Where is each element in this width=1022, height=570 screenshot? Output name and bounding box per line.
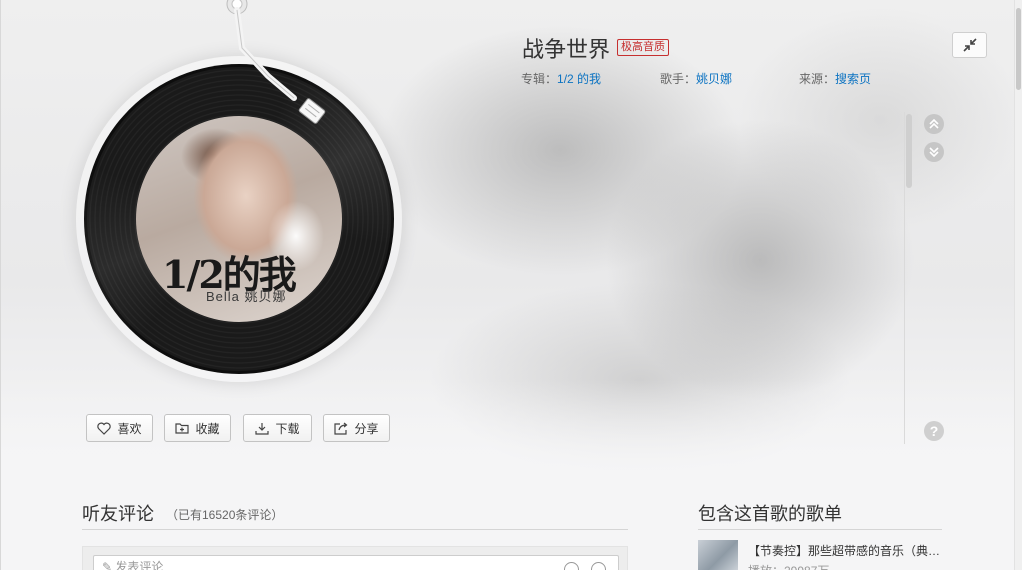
download-icon — [255, 422, 270, 435]
comments-divider — [82, 529, 628, 530]
window-left-border — [0, 0, 1, 570]
album-link[interactable]: 1/2 的我 — [557, 72, 601, 86]
lyrics-scroll-up-button[interactable] — [924, 114, 944, 134]
lyrics-scroll-thumb[interactable] — [906, 114, 912, 188]
song-detail-page: 1/2的我 Bella 姚贝娜 战争世界 极高音质 专辑：1/2 的我 歌手：姚… — [0, 0, 1022, 570]
collapse-icon — [962, 38, 977, 52]
help-button[interactable]: ? — [924, 421, 944, 441]
source-link[interactable]: 搜索页 — [835, 72, 871, 86]
comments-count: （已有16520条评论） — [166, 508, 284, 522]
share-label: 分享 — [354, 421, 379, 436]
album-meta: 专辑：1/2 的我 — [521, 70, 601, 87]
comments-title: 听友评论 — [82, 504, 154, 524]
source-meta: 来源：搜索页 — [799, 70, 871, 87]
double-chevron-up-icon — [929, 118, 939, 129]
at-mention-icon[interactable] — [591, 562, 606, 570]
playlist-name[interactable]: 【节奏控】那些超带感的音乐（典… — [748, 542, 944, 559]
singer-link[interactable]: 姚贝娜 — [696, 72, 732, 86]
collect-label: 收藏 — [195, 421, 220, 436]
singer-label: 歌手： — [660, 72, 697, 86]
playlists-title: 包含这首歌的歌单 — [698, 504, 842, 524]
double-chevron-down-icon — [929, 147, 939, 158]
tonearm-icon — [226, 0, 326, 124]
collect-button[interactable]: 收藏 — [164, 414, 231, 442]
heart-icon — [97, 422, 112, 435]
comment-input[interactable]: ✎ 发表评论 — [93, 555, 619, 570]
emoji-icon[interactable] — [564, 562, 579, 570]
comment-placeholder: 发表评论 — [115, 560, 164, 570]
album-cover-artist: Bella 姚贝娜 — [206, 289, 287, 304]
album-label: 专辑： — [521, 72, 558, 86]
playlist-cover[interactable] — [698, 540, 738, 570]
add-folder-icon — [175, 423, 190, 434]
album-cover: 1/2的我 Bella 姚贝娜 — [136, 116, 342, 322]
share-button[interactable]: 分享 — [323, 414, 390, 442]
quality-badge: 极高音质 — [617, 39, 669, 56]
playlists-divider — [698, 529, 942, 530]
comment-composer: ✎ 发表评论 — [82, 546, 628, 570]
background-fade — [0, 380, 1022, 480]
playlist-plays: 播放：29987万 — [748, 562, 829, 570]
source-label: 来源： — [799, 72, 836, 86]
download-label: 下载 — [275, 421, 300, 436]
like-label: 喜欢 — [117, 421, 142, 436]
download-button[interactable]: 下载 — [243, 414, 312, 442]
page-scroll-thumb[interactable] — [1016, 8, 1021, 90]
share-icon — [334, 422, 348, 435]
like-button[interactable]: 喜欢 — [86, 414, 153, 442]
lyrics-scroll-down-button[interactable] — [924, 142, 944, 162]
pencil-icon: ✎ — [102, 560, 113, 570]
singer-meta: 歌手：姚贝娜 — [660, 70, 732, 87]
song-title: 战争世界 — [522, 37, 611, 62]
collapse-button[interactable] — [952, 32, 987, 58]
